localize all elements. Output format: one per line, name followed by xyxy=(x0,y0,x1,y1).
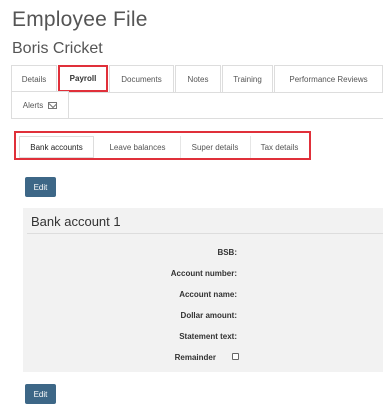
main-tabs: Details Payroll Documents Notes Training… xyxy=(11,65,383,120)
remainder-label: Remainder xyxy=(174,353,216,362)
bank-account-title: Bank account 1 xyxy=(31,214,121,229)
subtab-leave-balances[interactable]: Leave balances xyxy=(96,136,179,158)
page-title: Employee File xyxy=(12,8,148,31)
edit-button-bottom[interactable]: Edit xyxy=(25,384,56,404)
subtab-super-details[interactable]: Super details xyxy=(181,136,249,158)
sub-tabs: Bank accounts Leave balances Super detai… xyxy=(14,131,311,160)
bsb-label: BSB: xyxy=(217,248,237,257)
edit-button-top[interactable]: Edit xyxy=(25,177,56,197)
tab-alerts[interactable]: Alerts xyxy=(11,91,69,118)
tab-documents[interactable]: Documents xyxy=(109,65,174,92)
statement-text-label: Statement text: xyxy=(179,332,237,341)
tab-details[interactable]: Details xyxy=(11,65,57,92)
dollar-amount-label: Dollar amount: xyxy=(180,311,237,320)
subtab-tax-details[interactable]: Tax details xyxy=(251,136,308,158)
tab-divider xyxy=(11,118,383,119)
account-number-label: Account number: xyxy=(170,269,237,278)
tab-notes[interactable]: Notes xyxy=(175,65,221,92)
account-name-label: Account name: xyxy=(179,290,237,299)
envelope-icon xyxy=(48,101,58,109)
tab-payroll[interactable]: Payroll xyxy=(58,65,108,92)
bank-account-panel: Bank account 1 BSB: Account number: Acco… xyxy=(23,208,383,372)
panel-divider xyxy=(27,233,383,234)
employee-name: Boris Cricket xyxy=(12,40,103,57)
subtab-bank-accounts[interactable]: Bank accounts xyxy=(19,136,94,158)
remainder-checkbox[interactable] xyxy=(232,353,239,360)
tab-training[interactable]: Training xyxy=(222,65,273,92)
tab-performance-reviews[interactable]: Performance Reviews xyxy=(274,65,383,92)
tab-alerts-label: Alerts xyxy=(22,100,44,110)
